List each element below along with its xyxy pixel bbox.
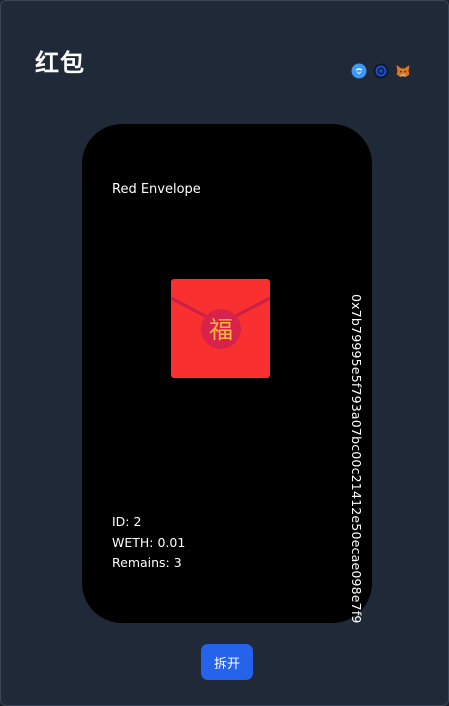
card-label: Red Envelope [112, 182, 201, 197]
red-envelope-panel: 红包 Red Envelope 福 0x7b79995e5f793a07bc00… [0, 0, 449, 706]
envelope-remains: Remains: 3 [112, 555, 182, 570]
metamask-fox-icon[interactable] [395, 63, 411, 79]
red-envelope-card: Red Envelope 福 0x7b79995e5f793a07bc00c21… [82, 124, 372, 624]
page-title: 红包 [35, 49, 85, 77]
wallet-icons [351, 63, 411, 79]
contract-address: 0x7b79995e5f793a07bc00c21412e50ecae098e7… [349, 294, 364, 624]
envelope-info: ID: 2 WETH: 0.01 Remains: 3 [112, 512, 185, 574]
envelope-amount: WETH: 0.01 [112, 534, 186, 550]
walletconnect-icon[interactable] [351, 63, 367, 79]
fu-character: 福 [209, 316, 233, 344]
envelope-id: ID: 2 [112, 514, 142, 529]
open-envelope-button[interactable]: 拆开 [201, 644, 253, 680]
red-envelope-icon: 福 [171, 279, 270, 378]
coinbase-wallet-icon[interactable] [373, 63, 389, 79]
